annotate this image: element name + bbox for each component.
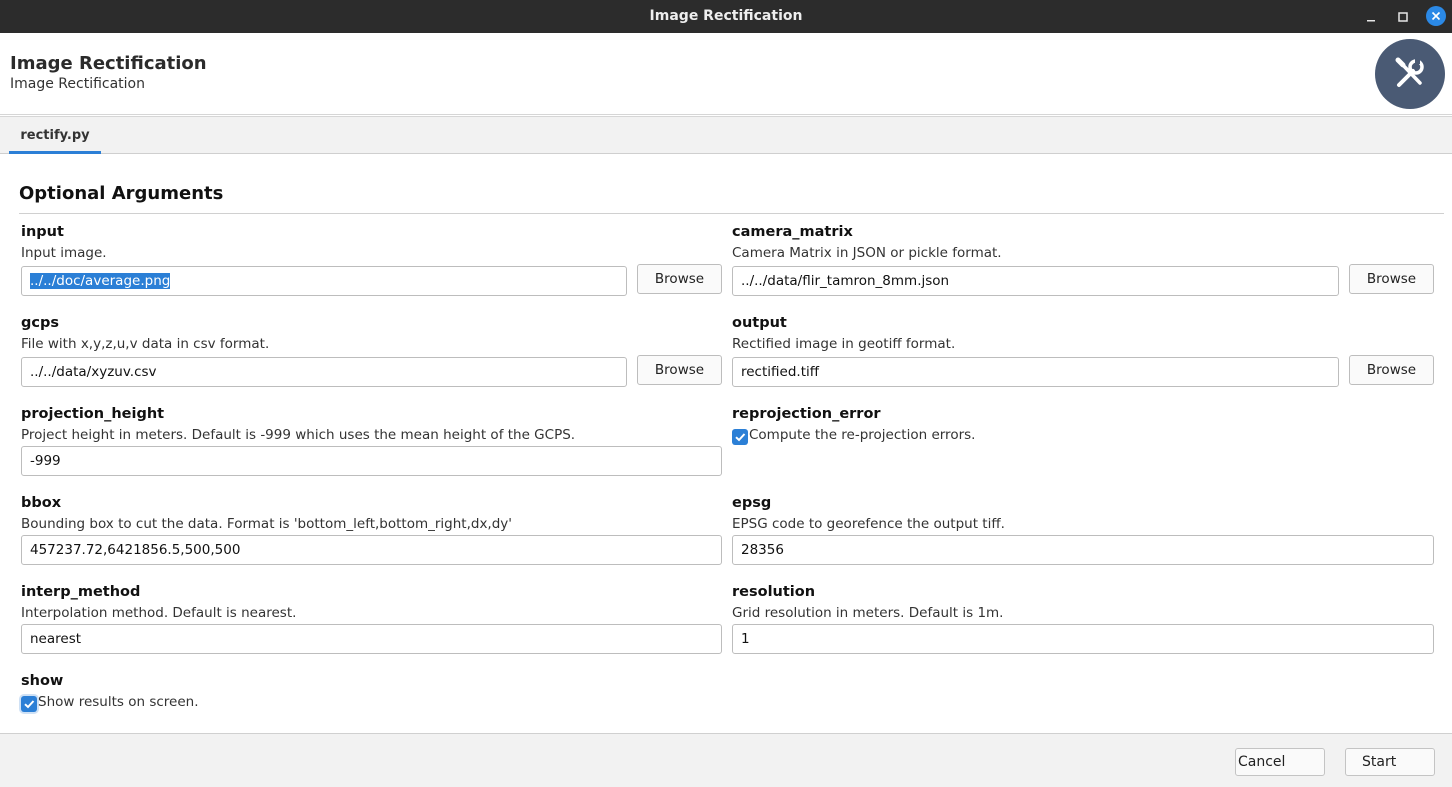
camera-matrix-field[interactable]: ../../data/flir_tamron_8mm.json xyxy=(732,266,1339,296)
dialog-footer: Cancel Start xyxy=(0,733,1452,787)
tab-rectify-py[interactable]: rectify.py xyxy=(9,119,101,154)
cancel-button[interactable]: Cancel xyxy=(1235,748,1325,776)
output-browse-button[interactable]: Browse xyxy=(1349,355,1434,385)
check-icon xyxy=(735,433,746,442)
output-field[interactable]: rectified.tiff xyxy=(732,357,1339,387)
reprojection-error-checkbox[interactable] xyxy=(732,429,748,445)
input-label: input xyxy=(21,224,64,240)
arguments-panel: Optional Arguments input Input image. ..… xyxy=(0,154,1452,733)
epsg-description: EPSG code to georefence the output tiff. xyxy=(732,516,1005,532)
section-title: Optional Arguments xyxy=(19,183,224,204)
resolution-description: Grid resolution in meters. Default is 1m… xyxy=(732,605,1004,621)
input-field[interactable]: ../../doc/average.png xyxy=(21,266,627,296)
bbox-description: Bounding box to cut the data. Format is … xyxy=(21,516,512,532)
interp-method-description: Interpolation method. Default is nearest… xyxy=(21,605,297,621)
reprojection-error-label: reprojection_error xyxy=(732,406,881,422)
projection-height-description: Project height in meters. Default is -99… xyxy=(21,427,576,443)
resolution-field[interactable]: 1 xyxy=(732,624,1434,654)
start-button[interactable]: Start xyxy=(1345,748,1435,776)
epsg-field[interactable]: 28356 xyxy=(732,535,1434,565)
projection-height-field[interactable]: -999 xyxy=(21,446,722,476)
bbox-label: bbox xyxy=(21,495,62,511)
maximize-icon[interactable] xyxy=(1393,7,1413,27)
interp-method-field[interactable]: nearest xyxy=(21,624,722,654)
check-icon xyxy=(24,700,35,709)
show-checkbox[interactable] xyxy=(21,696,37,712)
resolution-label: resolution xyxy=(732,584,816,600)
output-description: Rectified image in geotiff format. xyxy=(732,336,956,352)
header-subtitle: Image Rectification xyxy=(10,76,145,92)
camera-matrix-description: Camera Matrix in JSON or pickle format. xyxy=(732,245,1002,261)
camera-matrix-browse-button[interactable]: Browse xyxy=(1349,264,1434,294)
gcps-field[interactable]: ../../data/xyzuv.csv xyxy=(21,357,627,387)
dialog-header: Image Rectification Image Rectification xyxy=(0,33,1452,115)
tab-bar: rectify.py xyxy=(0,116,1452,154)
show-label: show xyxy=(21,673,64,689)
input-description: Input image. xyxy=(21,245,107,261)
tools-icon xyxy=(1375,39,1445,109)
output-label: output xyxy=(732,315,787,331)
bbox-field[interactable]: 457237.72,6421856.5,500,500 xyxy=(21,535,722,565)
show-checkbox-label: Show results on screen. xyxy=(38,694,199,710)
epsg-label: epsg xyxy=(732,495,772,511)
input-browse-button[interactable]: Browse xyxy=(637,264,722,294)
section-divider xyxy=(19,213,1444,214)
gcps-browse-button[interactable]: Browse xyxy=(637,355,722,385)
gcps-description: File with x,y,z,u,v data in csv format. xyxy=(21,336,270,352)
reprojection-error-checkbox-label: Compute the re-projection errors. xyxy=(749,427,976,443)
interp-method-label: interp_method xyxy=(21,584,141,600)
projection-height-label: projection_height xyxy=(21,406,165,422)
minimize-icon[interactable] xyxy=(1361,7,1381,27)
close-icon[interactable] xyxy=(1426,6,1446,26)
gcps-label: gcps xyxy=(21,315,59,331)
window-title: Image Rectification xyxy=(649,8,803,24)
camera-matrix-label: camera_matrix xyxy=(732,224,853,240)
window-titlebar: Image Rectification xyxy=(0,0,1452,33)
header-title: Image Rectification xyxy=(10,53,207,74)
input-value: ../../doc/average.png xyxy=(30,273,171,289)
